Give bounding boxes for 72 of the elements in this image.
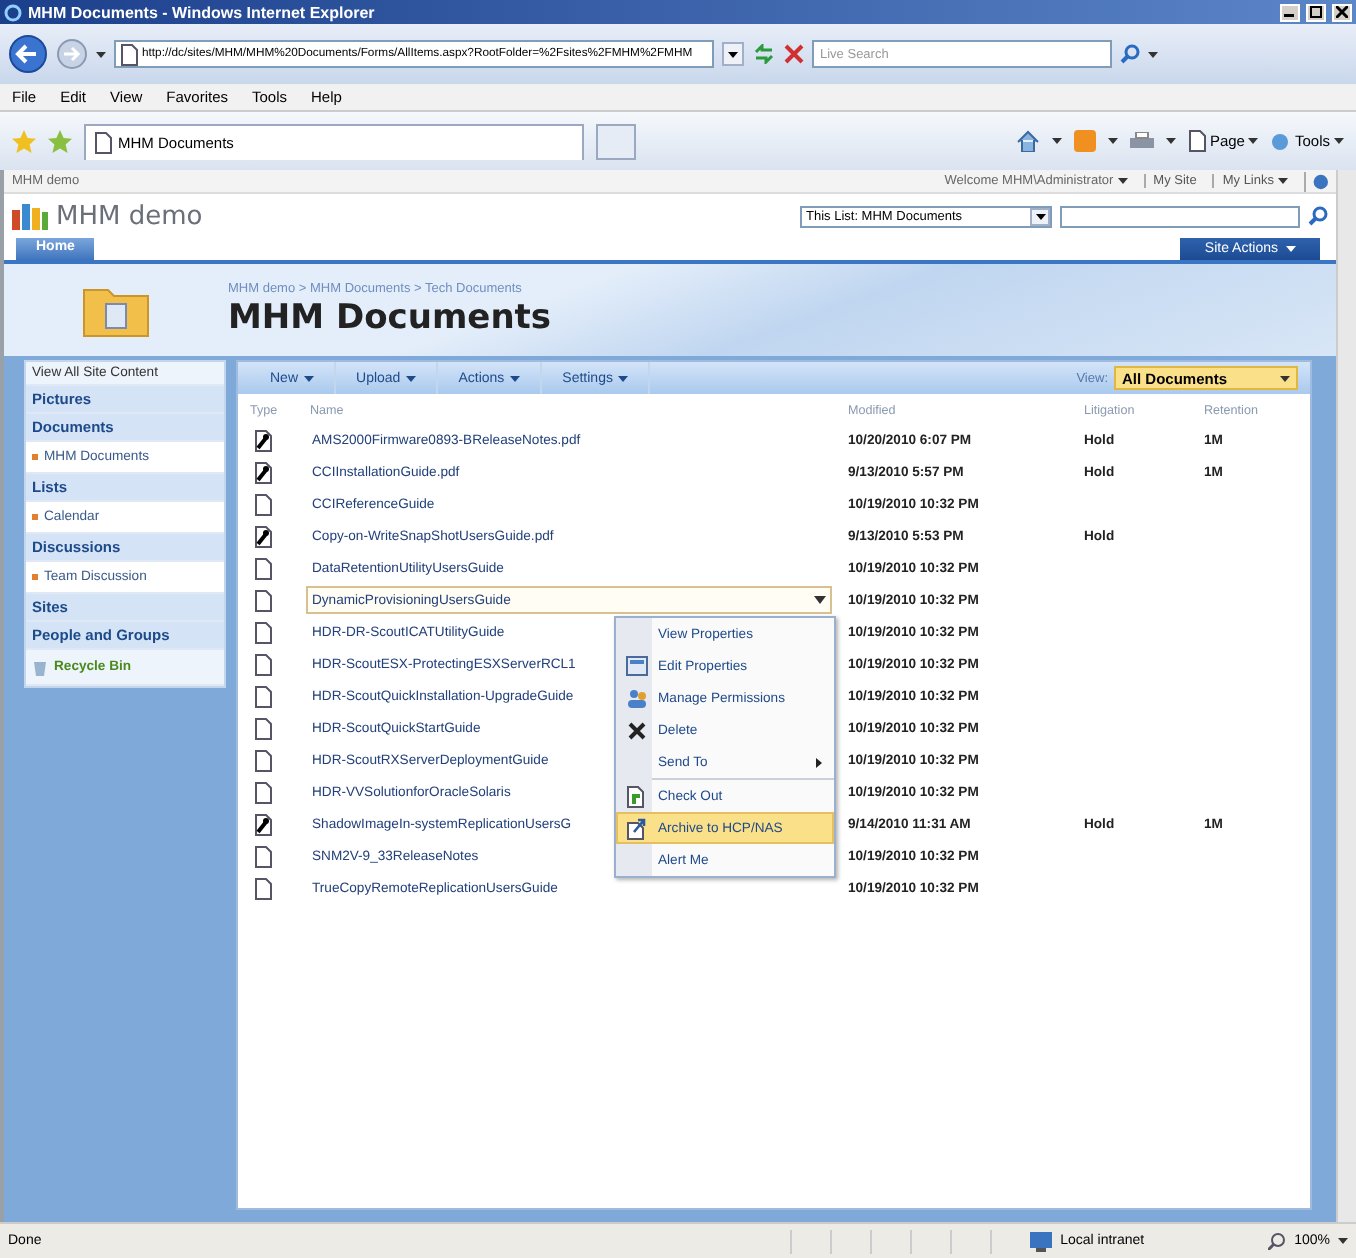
caret-icon: [1051, 138, 1062, 144]
window-title: MHM Documents - Windows Internet Explorer: [28, 3, 377, 21]
caret-icon: [1278, 178, 1288, 184]
maximize-icon: [1310, 6, 1322, 18]
close-icon: [1336, 6, 1348, 18]
caret-icon: [618, 375, 629, 381]
scrollbar[interactable]: [1336, 170, 1356, 1222]
document-icon: [254, 621, 272, 643]
search-icon[interactable]: [1120, 44, 1140, 64]
caret-icon: [510, 375, 521, 381]
document-arrow-icon: [625, 817, 647, 839]
caret-icon: [1280, 375, 1290, 381]
page-icon: [120, 43, 138, 65]
address-dropdown[interactable]: [722, 42, 744, 66]
users-icon: [625, 688, 647, 708]
caret-icon: [1248, 138, 1259, 144]
browser-logo-icon: [4, 3, 22, 21]
document-icon: [254, 749, 272, 771]
bullet-icon: [32, 574, 38, 580]
document-icon: [254, 653, 272, 675]
caret-icon: [304, 375, 315, 381]
document-icon: [254, 845, 272, 867]
zoom-icon[interactable]: [1268, 1232, 1287, 1250]
form-icon: [625, 656, 647, 676]
caret-icon: [1165, 138, 1176, 144]
site-search-field[interactable]: [1060, 205, 1300, 227]
new-tab-button[interactable]: [596, 123, 636, 159]
search-icon[interactable]: [1308, 206, 1328, 226]
document-icon: [254, 429, 272, 451]
page-icon: [94, 131, 112, 153]
forward-button[interactable]: [56, 38, 88, 70]
document-icon: [254, 685, 272, 707]
caret-icon: [1334, 138, 1344, 144]
site-logo-icon: [12, 202, 48, 230]
caret-icon: [1148, 51, 1158, 57]
home-icon[interactable]: [1015, 130, 1040, 152]
bullet-icon: [32, 514, 38, 520]
document-icon: [254, 781, 272, 803]
caret-icon: [1035, 213, 1045, 219]
minimize-button[interactable]: [1280, 3, 1300, 21]
page-icon: [1187, 130, 1206, 152]
document-icon: [254, 525, 272, 547]
checkout-icon: [625, 785, 647, 807]
back-button[interactable]: [8, 34, 48, 74]
caret-icon: [96, 51, 106, 57]
caret-icon: [1107, 138, 1118, 144]
bullet-icon: [32, 454, 38, 460]
caret-icon: [728, 51, 738, 57]
caret-icon: [1286, 246, 1296, 252]
maximize-button[interactable]: [1306, 3, 1326, 21]
refresh-icon[interactable]: [752, 44, 776, 64]
printer-icon[interactable]: [1129, 131, 1154, 151]
caret-icon: [1338, 1238, 1348, 1244]
stop-icon[interactable]: [784, 44, 804, 64]
recycle-bin-icon: [32, 658, 48, 676]
document-icon: [254, 493, 272, 515]
document-icon: [254, 717, 272, 739]
site-name: MHM demo: [56, 201, 205, 231]
document-icon: [254, 557, 272, 579]
favorites-star-icon[interactable]: [12, 129, 36, 153]
page-title: MHM Documents: [228, 298, 552, 338]
document-icon: [254, 813, 272, 835]
caret-icon: [1117, 178, 1128, 184]
submenu-arrow-icon: [816, 757, 822, 767]
close-button[interactable]: [1332, 3, 1352, 21]
document-icon: [254, 877, 272, 899]
caret-icon: [406, 375, 417, 381]
document-icon: [254, 589, 272, 611]
caret-icon[interactable]: [814, 596, 826, 604]
document-icon: [254, 461, 272, 483]
delete-icon: [627, 721, 645, 739]
network-icon: [1030, 1231, 1053, 1251]
